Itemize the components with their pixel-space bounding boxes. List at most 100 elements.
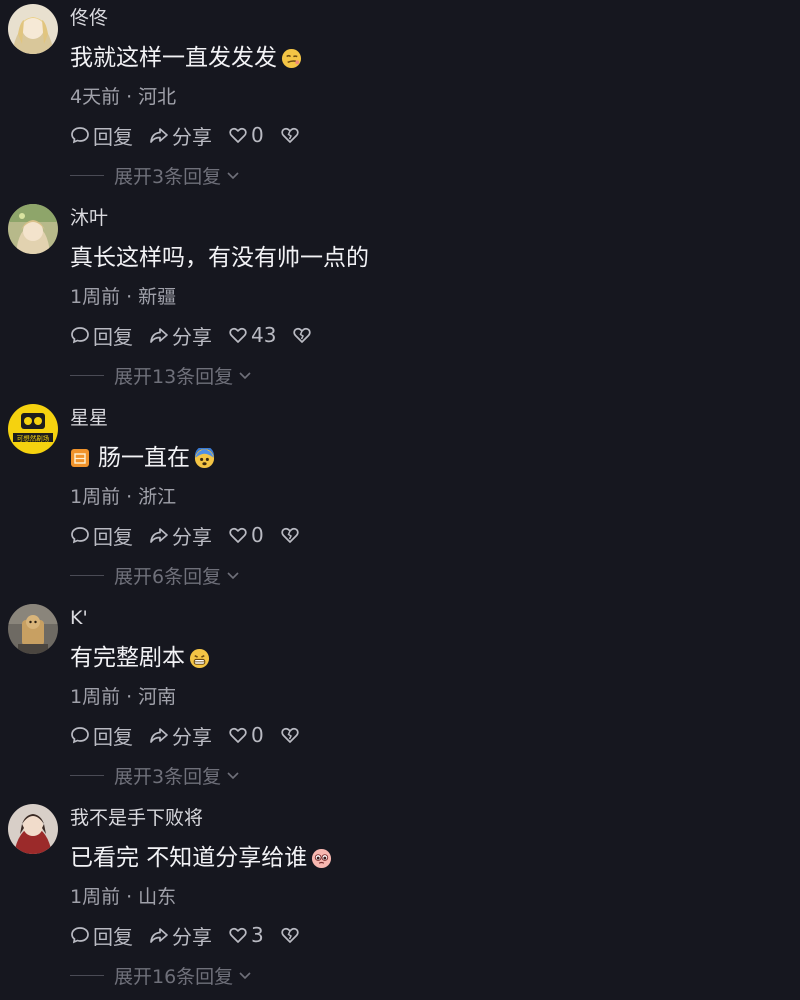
- like-button[interactable]: 0: [228, 723, 264, 747]
- comment-bubble-icon: [71, 927, 89, 944]
- expand-replies-label: 展开13条回复: [114, 365, 234, 388]
- expand-replies-label: 展开16条回复: [114, 965, 234, 988]
- comment-text-row: 有完整剧本: [70, 642, 210, 674]
- share-button[interactable]: 分享: [149, 321, 212, 350]
- expand-replies-button[interactable]: 展开3条回复: [70, 160, 241, 190]
- expand-replies-label: 展开3条回复: [114, 765, 222, 788]
- expand-replies-label: 展开6条回复: [114, 565, 222, 588]
- comment-username[interactable]: 佟佟: [70, 6, 108, 30]
- comment-meta: 1周前 · 河南: [70, 684, 176, 710]
- comment-username[interactable]: 星星: [70, 406, 108, 430]
- comment-actions: 回复 分享 43: [70, 320, 312, 350]
- comment-bubble-icon: [71, 727, 89, 744]
- comment-location: 山东: [138, 886, 177, 908]
- dislike-button[interactable]: [280, 925, 300, 945]
- meta-separator: ·: [126, 286, 133, 308]
- reply-label: 回复: [93, 324, 133, 349]
- share-button[interactable]: 分享: [149, 721, 212, 750]
- expand-divider: [70, 374, 104, 376]
- comment-item: 佟佟 我就这样一直发发发 4天前 · 河北 回复 分享 0 展开3条回复: [0, 0, 800, 200]
- like-button[interactable]: 0: [228, 523, 264, 547]
- comment-time: 1周前: [70, 286, 121, 308]
- comment-bubble-icon: [71, 127, 89, 144]
- comment-text: 我就这样一直发发发: [70, 45, 277, 71]
- reply-button[interactable]: 回复: [70, 521, 133, 550]
- comment-text: 有完整剧本: [70, 645, 185, 671]
- comment-item: K' 有完整剧本 1周前 · 河南 回复 分享 0 展开3条回复: [0, 600, 800, 800]
- comment-username[interactable]: 沐叶: [70, 206, 108, 230]
- reply-button[interactable]: 回复: [70, 921, 133, 950]
- chevron-down-icon: [227, 172, 239, 180]
- share-button[interactable]: 分享: [149, 921, 212, 950]
- share-arrow-icon: [150, 928, 168, 943]
- comment-text-row: 肠一直在: [70, 442, 215, 474]
- expand-replies-button[interactable]: 展开3条回复: [70, 760, 241, 790]
- comment-location: 河北: [138, 86, 177, 108]
- like-count: 3: [251, 923, 264, 947]
- expand-replies-label: 展开3条回复: [114, 165, 222, 188]
- expand-replies-button[interactable]: 展开6条回复: [70, 560, 241, 590]
- dislike-button[interactable]: [280, 525, 300, 545]
- dislike-button[interactable]: [280, 125, 300, 145]
- share-label: 分享: [172, 124, 212, 149]
- comment-actions: 回复 分享 3: [70, 920, 300, 950]
- share-arrow-icon: [150, 528, 168, 543]
- reply-button[interactable]: 回复: [70, 321, 133, 350]
- share-button[interactable]: 分享: [149, 121, 212, 150]
- comment-username[interactable]: K': [70, 606, 88, 630]
- dislike-button[interactable]: [292, 325, 312, 345]
- avatar[interactable]: [8, 4, 58, 54]
- chevron-down-icon: [227, 572, 239, 580]
- comment-location: 新疆: [138, 286, 177, 308]
- like-count: 0: [251, 523, 264, 547]
- comment-text-row: 我就这样一直发发发: [70, 42, 302, 74]
- reply-button[interactable]: 回复: [70, 721, 133, 750]
- expand-replies-button[interactable]: 展开16条回复: [70, 960, 253, 990]
- comment-bubble-icon: [71, 527, 89, 544]
- expand-divider: [70, 574, 104, 576]
- like-button[interactable]: 3: [228, 923, 264, 947]
- comment-username[interactable]: 我不是手下败将: [70, 806, 203, 830]
- comment-location: 河南: [138, 686, 177, 708]
- grimace-emoji-icon: [189, 648, 210, 669]
- heart-icon: [229, 127, 247, 143]
- smirk-emoji-icon: [281, 48, 302, 69]
- expand-replies-button[interactable]: 展开13条回复: [70, 360, 253, 390]
- broken-heart-icon: [281, 127, 299, 143]
- comment-item: 可想然剧场 星星 肠一直在 1周前 · 浙江 回复 分享 0 展开6条回复: [0, 400, 800, 600]
- scared-emoji-icon: [194, 447, 215, 469]
- share-arrow-icon: [150, 728, 168, 743]
- like-count: 43: [251, 323, 277, 347]
- dislike-button[interactable]: [280, 725, 300, 745]
- meta-separator: ·: [126, 886, 133, 908]
- like-count: 0: [251, 123, 264, 147]
- heart-icon: [229, 527, 247, 543]
- share-button[interactable]: 分享: [149, 521, 212, 550]
- like-button[interactable]: 43: [228, 323, 276, 347]
- comment-text-row: 已看完 不知道分享给谁: [70, 842, 332, 874]
- comment-item: 沐叶 真长这样吗，有没有帅一点的 1周前 · 新疆 回复 分享 43 展开13条…: [0, 200, 800, 400]
- comment-time: 1周前: [70, 886, 121, 908]
- expand-divider: [70, 174, 104, 176]
- pleading-emoji-icon: [311, 848, 332, 869]
- comment-time: 1周前: [70, 486, 121, 508]
- broken-heart-icon: [293, 327, 312, 343]
- avatar[interactable]: [8, 604, 58, 654]
- chevron-down-icon: [239, 972, 251, 980]
- avatar[interactable]: [8, 804, 58, 854]
- share-label: 分享: [172, 324, 212, 349]
- avatar[interactable]: 可想然剧场: [8, 404, 58, 454]
- comment-meta: 1周前 · 浙江: [70, 484, 176, 510]
- heart-icon: [229, 327, 247, 343]
- comment-text-row: 真长这样吗，有没有帅一点的: [70, 242, 369, 274]
- like-button[interactable]: 0: [228, 123, 264, 147]
- expand-divider: [70, 774, 104, 776]
- share-arrow-icon: [150, 128, 168, 143]
- broken-heart-icon: [281, 927, 299, 943]
- comment-text: 肠一直在: [98, 445, 190, 471]
- comment-time: 1周前: [70, 686, 121, 708]
- comment-text: 真长这样吗，有没有帅一点的: [70, 245, 369, 271]
- reply-button[interactable]: 回复: [70, 121, 133, 150]
- reply-label: 回复: [93, 924, 133, 949]
- avatar[interactable]: [8, 204, 58, 254]
